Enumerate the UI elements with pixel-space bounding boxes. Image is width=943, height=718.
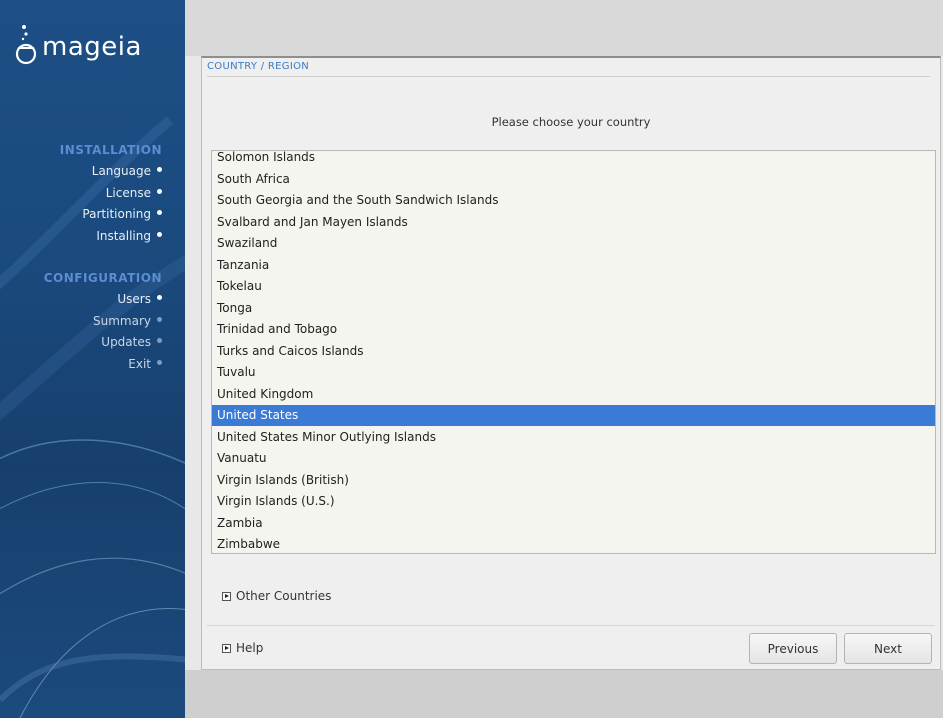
country-row[interactable]: Tanzania: [212, 255, 935, 276]
help-divider: [207, 625, 935, 626]
help-expander[interactable]: Help: [222, 641, 263, 655]
step-done-icon: [157, 167, 162, 172]
expand-arrow-icon: [222, 591, 231, 601]
nav-section-configuration: CONFIGURATION: [43, 271, 162, 285]
country-row[interactable]: Trinidad and Tobago: [212, 319, 935, 340]
other-countries-expander[interactable]: Other Countries: [222, 589, 331, 603]
step-done-icon: [157, 210, 162, 215]
nav-item-updates: Updates: [0, 335, 162, 349]
nav-item-summary: Summary: [0, 314, 162, 328]
country-row[interactable]: Svalbard and Jan Mayen Islands: [212, 212, 935, 233]
country-prompt: Please choose your country: [491, 115, 651, 129]
bottom-bar: [185, 670, 943, 718]
nav-item-installing: Installing: [0, 229, 162, 243]
country-row[interactable]: Zimbabwe: [212, 534, 935, 553]
sidebar: mageia INSTALLATION Language License Par…: [0, 0, 185, 718]
country-row[interactable]: Vanuatu: [212, 448, 935, 469]
country-row[interactable]: Zambia: [212, 513, 935, 534]
country-row[interactable]: Turks and Caicos Islands: [212, 341, 935, 362]
nav-item-users: Users: [0, 292, 162, 306]
mageia-brand-text: mageia: [42, 32, 142, 62]
mageia-logo: mageia: [14, 18, 184, 78]
previous-button[interactable]: Previous: [749, 633, 837, 664]
expand-arrow-icon: [222, 643, 231, 653]
step-pending-icon: [157, 338, 162, 343]
country-row[interactable]: United Kingdom: [212, 384, 935, 405]
step-done-icon: [157, 189, 162, 194]
step-done-icon: [157, 295, 162, 300]
country-row[interactable]: United States Minor Outlying Islands: [212, 427, 935, 448]
step-pending-icon: [157, 360, 162, 365]
nav-section-installation: INSTALLATION: [59, 143, 162, 157]
panel-title: COUNTRY / REGION: [207, 61, 310, 72]
country-row[interactable]: South Africa: [212, 169, 935, 190]
next-button[interactable]: Next: [844, 633, 932, 664]
country-region-panel: COUNTRY / REGION Please choose your coun…: [201, 56, 941, 670]
nav-item-exit: Exit: [0, 357, 162, 371]
other-countries-label: Other Countries: [236, 589, 332, 603]
step-pending-icon: [157, 317, 162, 322]
mageia-cauldron-icon: [15, 25, 37, 65]
country-row[interactable]: Tokelau: [212, 276, 935, 297]
nav-item-license: License: [0, 186, 162, 200]
help-label: Help: [236, 641, 264, 655]
country-row[interactable]: South Georgia and the South Sandwich Isl…: [212, 190, 935, 211]
country-row[interactable]: Tuvalu: [212, 362, 935, 383]
country-row[interactable]: Virgin Islands (U.S.): [212, 491, 935, 512]
country-row[interactable]: Tonga: [212, 298, 935, 319]
nav-item-partitioning: Partitioning: [0, 207, 162, 221]
top-bar: [185, 0, 943, 56]
nav-item-language: Language: [0, 164, 162, 178]
country-row-selected[interactable]: United States: [212, 405, 935, 426]
country-row[interactable]: Swaziland: [212, 233, 935, 254]
step-done-icon: [157, 232, 162, 237]
title-divider: [207, 76, 930, 77]
country-row[interactable]: Solomon Islands: [212, 151, 935, 168]
country-row[interactable]: Virgin Islands (British): [212, 470, 935, 491]
country-list[interactable]: Solomon Islands South Africa South Georgia…: [211, 150, 936, 554]
